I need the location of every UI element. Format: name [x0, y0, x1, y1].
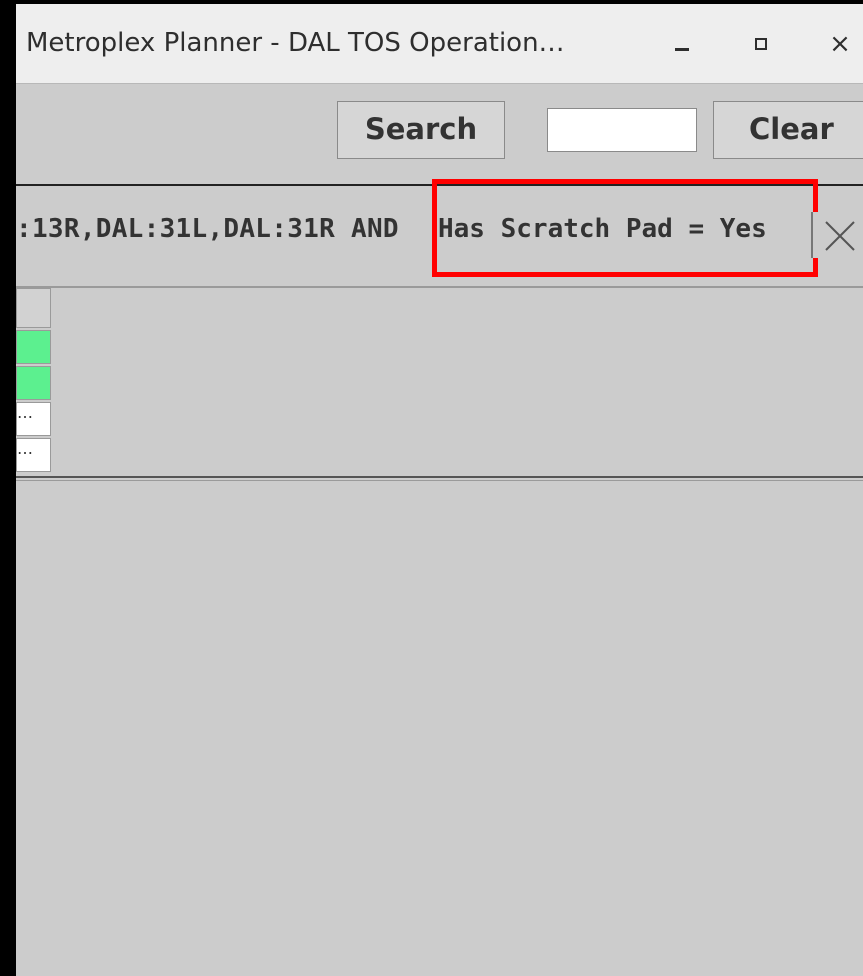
- title-bar[interactable]: Metroplex Planner - DAL TOS Operation… ×: [16, 4, 863, 84]
- search-input[interactable]: [547, 108, 697, 152]
- window-title: Metroplex Planner - DAL TOS Operation…: [26, 28, 565, 58]
- close-icon: ×: [829, 29, 851, 59]
- clear-button[interactable]: Clear: [713, 101, 863, 159]
- table-row[interactable]: …: [16, 438, 51, 472]
- search-button[interactable]: Search: [337, 101, 505, 159]
- maximize-button[interactable]: [743, 26, 779, 62]
- results-table: … …: [16, 288, 863, 478]
- highlight-box: [432, 179, 818, 277]
- close-x-icon: [825, 221, 855, 251]
- details-panel: [16, 482, 863, 976]
- minimize-icon: [675, 48, 689, 51]
- splitter[interactable]: [16, 476, 863, 478]
- filter-bar: :13R,DAL:31L,DAL:31R AND Has Scratch Pad…: [16, 179, 863, 284]
- minimize-button[interactable]: [664, 26, 700, 62]
- close-button[interactable]: ×: [822, 26, 858, 62]
- maximize-icon: [755, 38, 767, 50]
- remove-filter-button[interactable]: [811, 212, 863, 258]
- table-header-cell[interactable]: [16, 288, 51, 328]
- table-row[interactable]: [16, 330, 51, 364]
- app-window: Metroplex Planner - DAL TOS Operation… ×…: [16, 4, 863, 976]
- toolbar: Search Clear: [16, 84, 863, 172]
- filter-text-prefix: :13R,DAL:31L,DAL:31R AND: [16, 214, 399, 244]
- table-row[interactable]: [16, 366, 51, 400]
- table-row[interactable]: …: [16, 402, 51, 436]
- divider: [16, 480, 863, 481]
